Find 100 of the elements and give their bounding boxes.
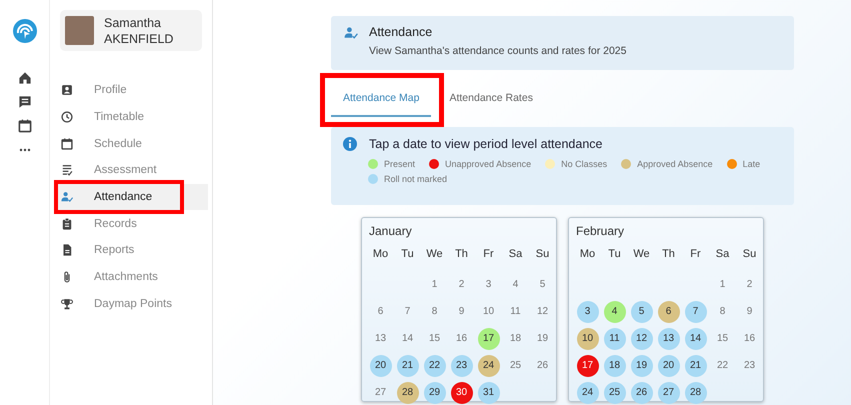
calendar-day[interactable]: 12 — [532, 300, 554, 322]
message-icon[interactable] — [16, 94, 32, 110]
calendar-day[interactable]: 7 — [396, 300, 418, 322]
nav-item[interactable]: Attachments — [54, 264, 208, 290]
weekday-label: Fr — [689, 247, 702, 262]
app-logo[interactable] — [12, 18, 38, 44]
calendar-day[interactable]: 23 — [450, 354, 472, 376]
calendar-day[interactable]: 17 — [576, 354, 598, 376]
page-subtitle: View Samantha's attendance counts and rates for 2025 — [369, 45, 626, 57]
calendar-day[interactable]: 15 — [424, 328, 446, 350]
calendar-day[interactable]: 5 — [532, 274, 554, 296]
page-title: Attendance — [369, 25, 434, 39]
calendar-day[interactable]: 18 — [504, 328, 526, 350]
calendar-day[interactable]: 27 — [658, 382, 680, 404]
weekday-label: Th — [454, 247, 469, 262]
calendar-day[interactable]: 26 — [532, 354, 554, 376]
calendar-day[interactable]: 16 — [450, 328, 472, 350]
calendar-day[interactable]: 11 — [604, 328, 626, 350]
calendar-icon[interactable] — [16, 118, 32, 134]
weekday-label: Mo — [578, 247, 596, 262]
weekday-label: Sa — [508, 247, 524, 262]
nav-item[interactable]: Profile — [54, 77, 208, 104]
nav-item[interactable]: Reports — [54, 237, 208, 264]
calendar-day[interactable]: 20 — [658, 354, 680, 376]
calendar-day[interactable]: 1 — [424, 274, 446, 296]
calendar-day[interactable]: 12 — [630, 328, 652, 350]
weekday-label: Fr — [482, 247, 495, 262]
nav-item[interactable]: Timetable — [54, 104, 208, 130]
calendar-day[interactable]: 17 — [478, 328, 500, 350]
calendar-day[interactable]: 2 — [738, 274, 760, 296]
calendar-day[interactable]: 24 — [576, 382, 598, 404]
calendar-day[interactable]: 9 — [450, 300, 472, 322]
calendar-day[interactable]: 3 — [576, 300, 598, 322]
weekday-label: Mo — [372, 247, 390, 262]
calendar-day[interactable]: 2 — [450, 274, 472, 296]
calendar-day[interactable]: 29 — [424, 382, 446, 404]
calendar-day[interactable]: 28 — [396, 382, 418, 404]
calendar-day[interactable]: 22 — [712, 354, 734, 376]
legend-label: No Classes — [561, 159, 608, 169]
calendar-day[interactable]: 22 — [424, 354, 446, 376]
weekday-label: Su — [534, 247, 550, 262]
weekday-label: Tu — [400, 247, 415, 262]
person-check-icon — [60, 190, 74, 204]
profile-card-icon — [60, 83, 74, 98]
calendar-day[interactable]: 16 — [738, 328, 760, 350]
weekday-label: Tu — [607, 247, 622, 262]
calendar-day[interactable]: 13 — [658, 328, 680, 350]
calendar-day[interactable]: 8 — [712, 300, 734, 322]
home-icon[interactable] — [16, 70, 32, 86]
calendar-day[interactable]: 23 — [738, 354, 760, 376]
calendar-day[interactable]: 7 — [684, 300, 706, 322]
weekday-label: We — [632, 247, 651, 262]
calendar-day[interactable]: 21 — [684, 354, 706, 376]
calendar-day[interactable]: 9 — [738, 300, 760, 322]
calendar-day[interactable]: 6 — [370, 300, 392, 322]
weekday-label: Sa — [714, 247, 730, 262]
calendar-day[interactable]: 10 — [576, 328, 598, 350]
month-title: January — [369, 224, 413, 238]
legend-label: Unapproved Absence — [445, 159, 532, 169]
weekday-label: Th — [661, 247, 676, 262]
calendar-day[interactable]: 28 — [684, 382, 706, 404]
calendar-day[interactable]: 30 — [450, 382, 472, 404]
photo-placeholder — [65, 16, 94, 45]
nav-item[interactable]: Schedule — [54, 130, 208, 158]
calendar-day[interactable]: 8 — [424, 300, 446, 322]
nav-item[interactable]: Records — [54, 210, 208, 238]
calendar-day[interactable]: 1 — [712, 274, 734, 296]
calendar-day[interactable]: 18 — [604, 354, 626, 376]
calendar-day[interactable]: 11 — [504, 300, 526, 322]
student-name: Samantha AKENFIELD — [104, 14, 174, 46]
calendar-day[interactable]: 6 — [658, 300, 680, 322]
nav-item[interactable]: Daymap Points — [54, 290, 208, 318]
calendar-day[interactable]: 20 — [370, 354, 392, 376]
profile-card[interactable]: Samantha AKENFIELD — [60, 10, 202, 51]
calendar-day[interactable]: 24 — [478, 354, 500, 376]
legend-label: Late — [742, 159, 760, 169]
tab[interactable]: Attendance Map — [331, 80, 432, 117]
tab[interactable]: Attendance Rates — [439, 80, 543, 117]
calendar-day[interactable]: 14 — [396, 328, 418, 350]
calendar-day[interactable]: 19 — [532, 328, 554, 350]
calendar-day[interactable]: 13 — [370, 328, 392, 350]
calendar-icon — [60, 136, 74, 151]
calendar-day[interactable]: 15 — [712, 328, 734, 350]
calendar-day[interactable]: 26 — [630, 382, 652, 404]
legend-label: Approved Absence — [637, 159, 713, 169]
calendar-day[interactable]: 4 — [504, 274, 526, 296]
calendar-day[interactable]: 21 — [396, 354, 418, 376]
calendar-day[interactable]: 14 — [684, 328, 706, 350]
month-title: February — [576, 224, 626, 238]
checklist-icon — [60, 163, 74, 178]
calendar-day[interactable]: 4 — [604, 300, 626, 322]
nav-item[interactable]: Assessment — [54, 157, 208, 184]
calendar-day[interactable]: 25 — [604, 382, 626, 404]
calendar-day[interactable]: 19 — [630, 354, 652, 376]
calendar-day[interactable]: 31 — [478, 382, 500, 404]
calendar-day[interactable]: 3 — [478, 274, 500, 296]
calendar-day[interactable]: 10 — [478, 300, 500, 322]
calendar-day[interactable]: 5 — [630, 300, 652, 322]
calendar-day[interactable]: 25 — [504, 354, 526, 376]
calendar-day[interactable]: 27 — [370, 382, 392, 404]
